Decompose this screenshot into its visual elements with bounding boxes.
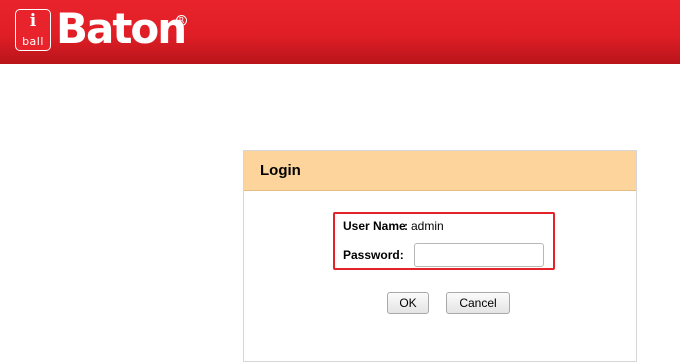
username-label: User Name [343,219,406,233]
ok-button[interactable]: OK [387,292,429,314]
registered-mark-icon: R [176,15,187,26]
cancel-button[interactable]: Cancel [446,292,510,314]
password-input[interactable] [414,243,544,267]
login-panel: Login User Name : admin Password: OK Can… [243,150,637,362]
brand-name: Baton [56,4,187,53]
login-panel-header: Login [244,151,636,191]
logo-ball-text: ball [22,35,44,48]
header-bar: i ball Baton R [0,0,680,64]
username-value: admin [411,219,444,233]
username-colon: : [404,219,408,233]
password-label: Password: [343,248,404,262]
iball-logo: i ball [15,9,51,51]
login-title: Login [260,162,301,179]
logo-i-text: i [29,11,37,31]
